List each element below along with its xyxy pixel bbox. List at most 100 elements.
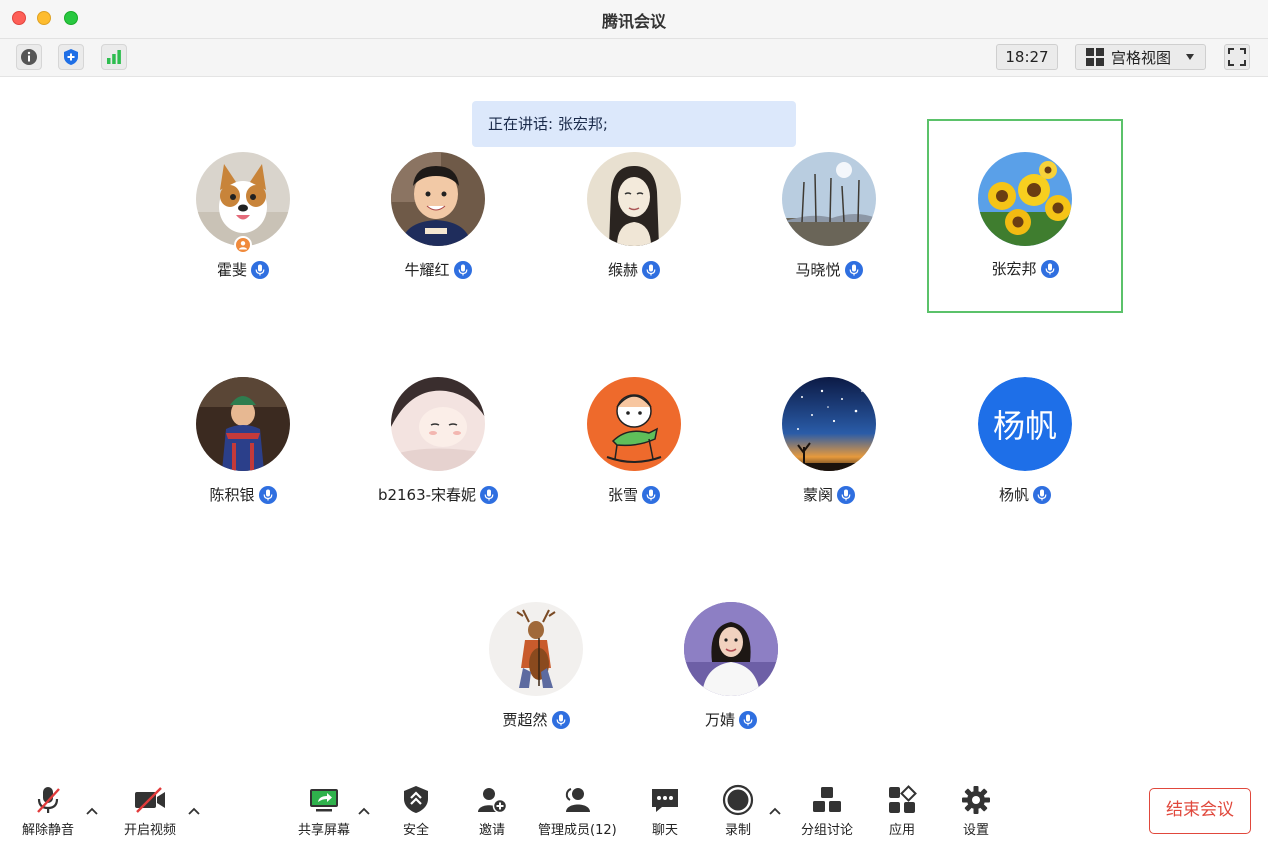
- chevron-up-icon: [769, 807, 781, 815]
- fullscreen-icon: [1228, 48, 1246, 66]
- participant-tile-active-speaker[interactable]: 张宏邦: [927, 119, 1123, 313]
- participant-name: 牛耀红: [404, 261, 450, 279]
- settings-button[interactable]: 设置: [961, 784, 991, 838]
- share-screen-icon: [310, 789, 338, 812]
- security-button[interactable]: 安全: [402, 784, 430, 838]
- participant-name-row: 杨帆: [927, 484, 1123, 505]
- chevron-down-icon: [1186, 54, 1195, 60]
- participant-name: 杨帆: [998, 486, 1029, 504]
- shield-icon: [64, 49, 78, 65]
- chevron-up-icon: [358, 807, 370, 815]
- chevron-up-icon: [188, 807, 200, 815]
- record-label: 录制: [724, 823, 751, 838]
- participant-tile[interactable]: 万婧: [633, 570, 829, 764]
- participant-tile[interactable]: 贾超然: [438, 570, 634, 764]
- participant-tile[interactable]: 马晓悦: [731, 120, 927, 314]
- microphone-icon: [1040, 259, 1059, 278]
- manage-members-button[interactable]: 管理成员(12): [538, 784, 617, 838]
- share-screen-button[interactable]: 共享屏幕: [298, 784, 350, 838]
- members-icon: [566, 788, 591, 812]
- participant-name: 蒙阕: [802, 486, 833, 504]
- start-video-label: 开启视频: [124, 823, 177, 838]
- apps-button[interactable]: 应用: [887, 784, 917, 838]
- video-options-toggle[interactable]: [188, 806, 200, 816]
- chevron-up-icon: [86, 807, 98, 815]
- meeting-toolbar: 18:27 宫格视图: [0, 39, 1268, 77]
- invite-button[interactable]: 邀请: [476, 784, 508, 838]
- participant-name-row: 张宏邦: [929, 258, 1121, 279]
- microphone-icon: [642, 260, 660, 279]
- microphone-icon: [739, 710, 757, 729]
- title-bar: 腾讯会议: [0, 0, 1268, 39]
- security-shield-button[interactable]: [58, 44, 84, 70]
- participant-name: 贾超然: [502, 711, 548, 729]
- unmute-label: 解除静音: [22, 823, 75, 838]
- microphone-icon: [480, 485, 499, 504]
- participant-name-row: 张雪: [536, 484, 732, 505]
- view-mode-label: 宫格视图: [1111, 48, 1172, 67]
- microphone-icon: [1033, 485, 1051, 504]
- participant-name-row: 牛耀红: [340, 259, 536, 280]
- microphone-icon: [453, 260, 472, 279]
- avatar: [196, 152, 290, 246]
- avatar: [391, 377, 485, 471]
- microphone-icon: [844, 260, 863, 279]
- record-options-toggle[interactable]: [769, 806, 781, 816]
- participant-name: 张宏邦: [991, 260, 1037, 278]
- chat-label: 聊天: [651, 823, 678, 838]
- participant-tile[interactable]: 霍斐: [145, 120, 341, 314]
- participant-tile[interactable]: 张雪: [536, 345, 732, 539]
- microphone-icon: [258, 485, 277, 504]
- avatar: [782, 377, 876, 471]
- window-title: 腾讯会议: [601, 12, 666, 31]
- unmute-button[interactable]: 解除静音: [22, 784, 74, 838]
- host-badge: [234, 236, 252, 254]
- audio-options-toggle[interactable]: [86, 806, 98, 816]
- microphone-icon: [251, 260, 269, 279]
- participant-tile[interactable]: 杨帆 杨帆: [927, 345, 1123, 539]
- participant-name-row: 蒙阕: [731, 484, 927, 505]
- chat-button[interactable]: 聊天: [650, 784, 680, 838]
- settings-label: 设置: [962, 823, 989, 838]
- apps-label: 应用: [888, 823, 915, 838]
- participant-tile[interactable]: 缑赫: [536, 120, 732, 314]
- avatar: [978, 152, 1072, 246]
- start-video-button[interactable]: 开启视频: [124, 784, 176, 838]
- end-meeting-button[interactable]: 结束会议: [1149, 788, 1251, 834]
- video-off-icon: [135, 787, 165, 813]
- breakout-rooms-button[interactable]: 分组讨论: [801, 784, 853, 838]
- microphone-icon: [551, 710, 570, 729]
- control-bar: 解除静音 开启视频 共享屏幕 安全 邀请 管理成员(12) 聊天 录制 分组讨论…: [0, 770, 1268, 846]
- microphone-muted-icon: [37, 787, 60, 813]
- record-button[interactable]: 录制: [722, 784, 754, 838]
- participant-name: 陈积银: [209, 486, 255, 504]
- participant-name-row: 马晓悦: [731, 259, 927, 280]
- participant-tile[interactable]: 蒙阕: [731, 345, 927, 539]
- participant-name-row: 贾超然: [438, 709, 634, 730]
- user-icon: [239, 241, 247, 250]
- participant-name-row: b2163-宋春妮: [340, 484, 536, 505]
- record-icon: [722, 784, 754, 816]
- view-mode-dropdown[interactable]: 宫格视图: [1075, 44, 1206, 70]
- grid-icon: [1086, 48, 1104, 66]
- participant-name: 张雪: [607, 486, 638, 504]
- participant-tile[interactable]: b2163-宋春妮: [340, 345, 536, 539]
- avatar: [782, 152, 876, 246]
- info-button[interactable]: [16, 44, 42, 70]
- info-icon: [21, 49, 37, 65]
- participant-name: 万婧: [704, 711, 735, 729]
- participant-name: 缑赫: [607, 261, 638, 279]
- meeting-clock: 18:27: [996, 44, 1058, 70]
- participant-name: 马晓悦: [795, 261, 841, 279]
- manage-members-label: 管理成员(12): [538, 823, 617, 838]
- participant-tile[interactable]: 牛耀红: [340, 120, 536, 314]
- invite-label: 邀请: [478, 823, 505, 838]
- avatar: [196, 377, 290, 471]
- fullscreen-button[interactable]: [1224, 44, 1250, 70]
- network-signal-button[interactable]: [101, 44, 127, 70]
- participant-name-row: 万婧: [633, 709, 829, 730]
- avatar: 杨帆: [978, 377, 1072, 471]
- share-options-toggle[interactable]: [358, 806, 370, 816]
- microphone-icon: [837, 485, 855, 504]
- participant-tile[interactable]: 陈积银: [145, 345, 341, 539]
